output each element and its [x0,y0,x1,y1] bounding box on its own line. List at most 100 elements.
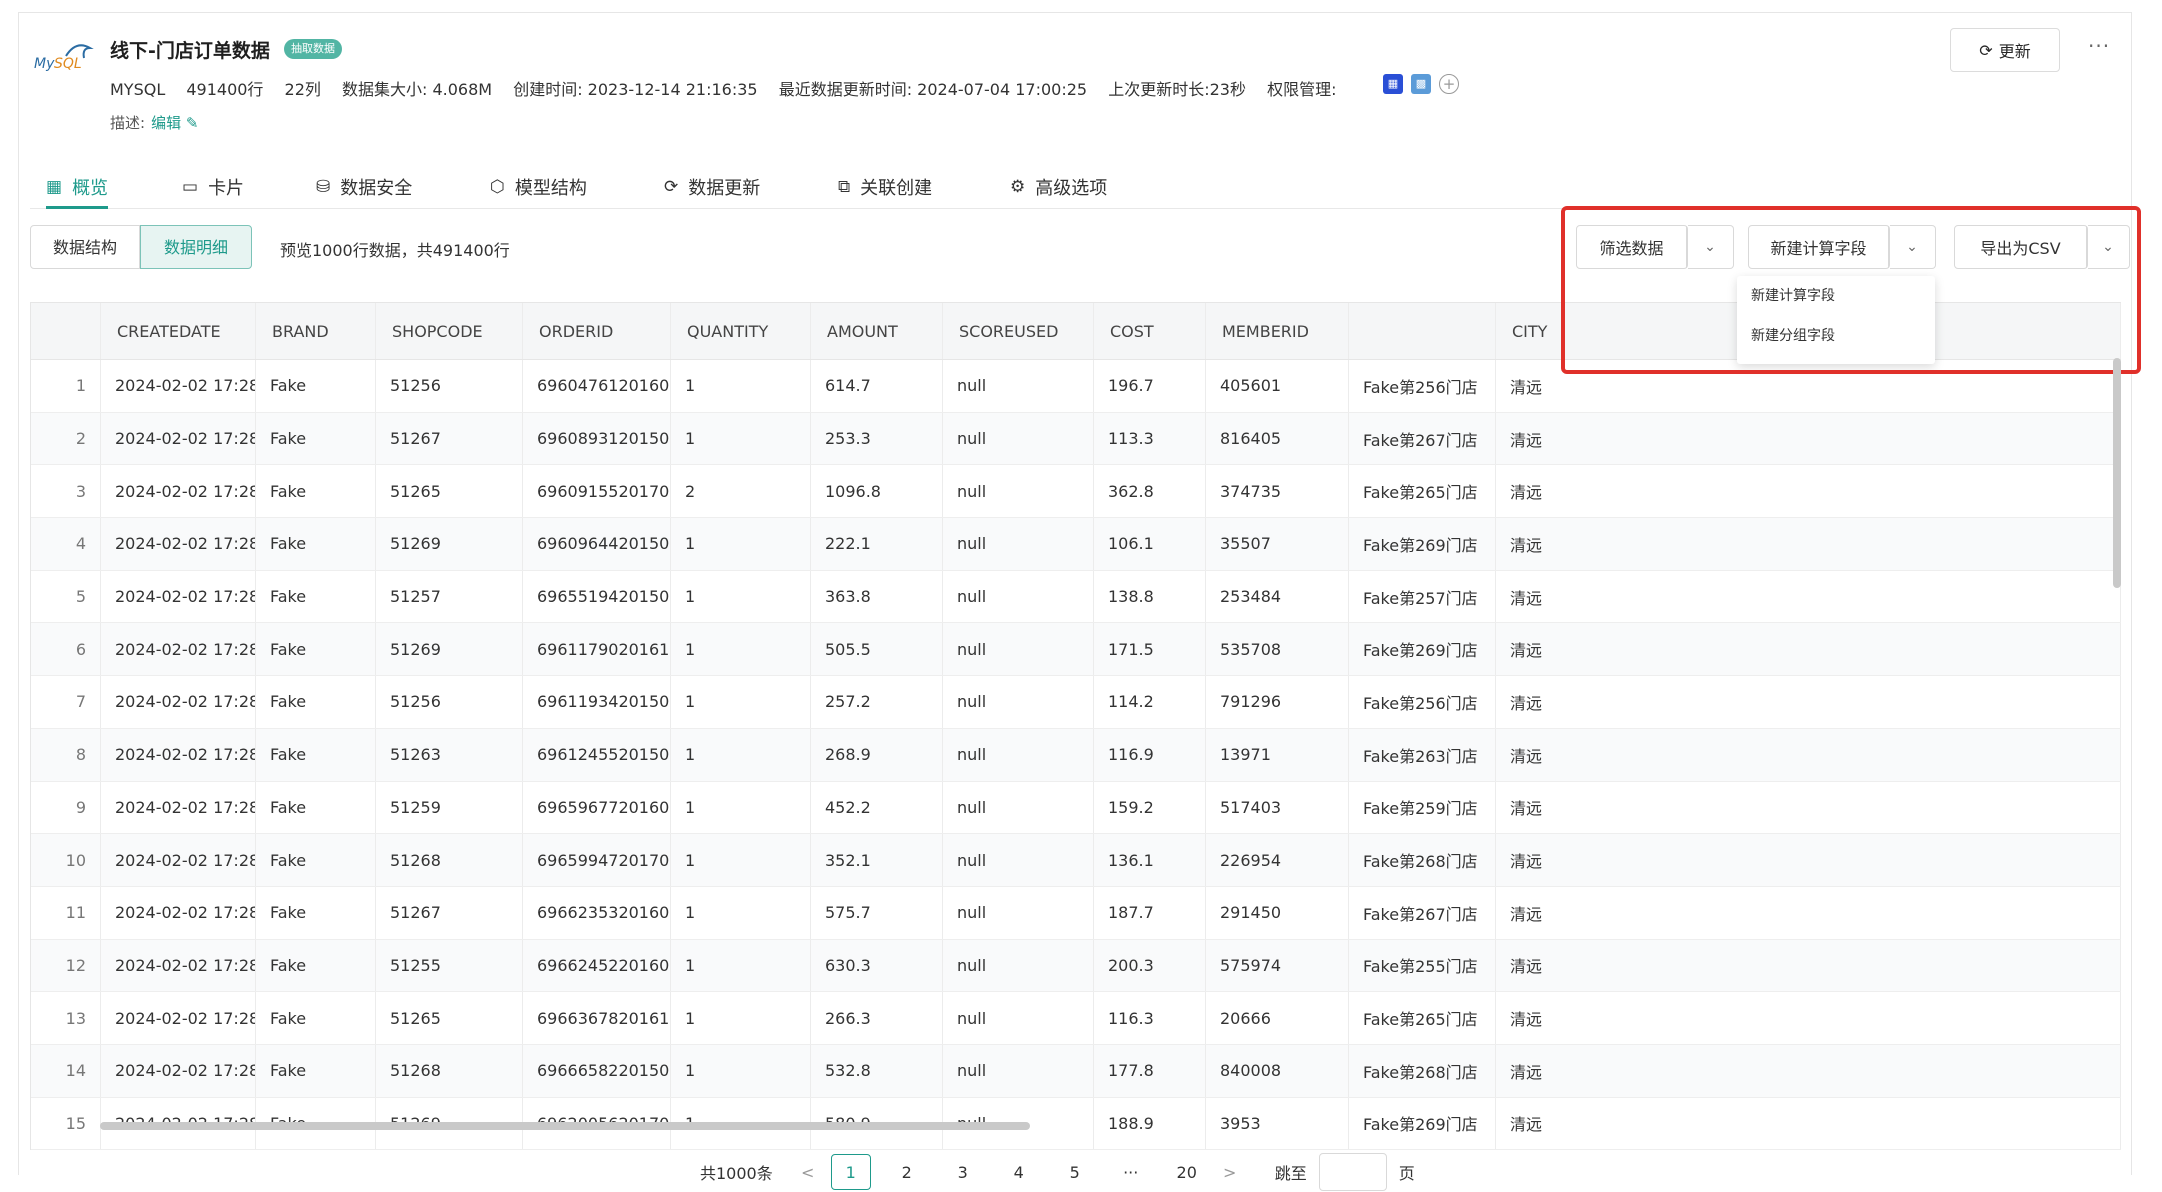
column-header-store-name[interactable] [1349,303,1496,359]
page-20[interactable]: 20 [1167,1163,1207,1182]
tab-overview[interactable]: ▦ 概览 [46,168,109,209]
column-header-quantity[interactable]: QUANTITY [671,303,811,359]
cell-memberid: 253484 [1206,570,1349,623]
cell-city: 清远 [1496,781,2121,834]
cell-store-name: Fake第257门店 [1349,570,1496,623]
cell-memberid: 791296 [1206,676,1349,728]
more-options-button[interactable]: ··· [2088,34,2110,58]
column-header-memberid[interactable]: MEMBERID [1206,303,1349,359]
table-row[interactable]: 42024-02-02 17:28:23Fake5126969609644201… [31,518,2121,571]
export-dropdown-button[interactable]: ⌄ [2088,225,2130,269]
cell-orderid: 6960893120150321 [523,412,671,465]
page-1[interactable]: 1 [830,1154,871,1190]
table-row[interactable]: 72024-02-02 17:28:23Fake5125669611934201… [31,676,2121,729]
table-row[interactable]: 102024-02-02 17:28:23Fake512686965994720… [31,834,2121,887]
cell-scoreused: null [943,728,1094,781]
cell-row-number: 11 [31,886,101,939]
cell-cost: 113.3 [1094,412,1206,465]
table-row[interactable]: 142024-02-02 17:28:23Fake512686966658220… [31,1044,2121,1098]
column-header-scoreused[interactable]: SCOREUSED [943,303,1094,359]
prev-page-icon[interactable]: < [793,1163,823,1182]
cell-amount: 352.1 [811,834,943,886]
cell-orderid: 6966245220160401 [523,939,671,992]
new-calc-field-button[interactable]: 新建计算字段 [1748,225,1890,269]
cell-brand: Fake [256,886,376,939]
filter-dropdown-button[interactable]: ⌄ [1688,225,1734,269]
refresh-button[interactable]: ⟳ 更新 [1950,28,2060,72]
tab-data-update[interactable]: ⟳ 数据更新 [664,168,760,206]
column-header-brand[interactable]: BRAND [256,303,376,359]
data-detail-button[interactable]: 数据明细 [140,225,252,269]
refresh-icon: ⟳ [664,177,679,197]
cell-createdate: 2024-02-02 17:28:23 [101,1044,256,1097]
tab-model-structure[interactable]: ⬡ 模型结构 [490,168,587,206]
data-structure-button[interactable]: 数据结构 [30,225,140,269]
cell-cost: 196.7 [1094,360,1206,412]
cell-memberid: 575974 [1206,939,1349,992]
table-row[interactable]: 132024-02-02 17:28:23Fake512656966367820… [31,992,2121,1045]
refresh-icon: ⟳ [1979,40,1993,60]
cell-row-number: 14 [31,1044,101,1097]
cell-createdate: 2024-02-02 17:28:23 [101,360,256,412]
next-page-icon[interactable]: > [1215,1163,1245,1182]
dataset-size: 数据集大小: 4.068M [342,80,493,99]
more-pages[interactable]: ··· [1111,1163,1151,1182]
calc-field-dropdown-menu: 新建计算字段 新建分组字段 [1737,276,1935,364]
svg-text:My: My [34,56,55,72]
table-row[interactable]: 22024-02-02 17:28:23Fake5126769608931201… [31,412,2121,466]
cell-amount: 630.3 [811,939,943,992]
filter-data-button[interactable]: 筛选数据 [1576,225,1688,269]
cell-scoreused: null [943,518,1094,570]
column-header-createdate[interactable]: CREATEDATE [101,303,256,359]
column-header-amount[interactable]: AMOUNT [811,303,943,359]
table-row[interactable]: 32024-02-02 17:28:23Fake5126569609155201… [31,465,2121,519]
cell-cost: 171.5 [1094,623,1206,676]
page-3[interactable]: 3 [943,1163,983,1182]
jump-page-input[interactable] [1318,1153,1387,1191]
cell-row-number: 8 [31,728,101,781]
cell-amount: 575.7 [811,886,943,939]
cell-row-number: 1 [31,360,101,412]
user-group-icon[interactable]: ▦ [1383,74,1403,94]
tab-advanced[interactable]: ⚙ 高级选项 [1010,168,1107,206]
table-row[interactable]: 62024-02-02 17:28:23Fake5126969611790201… [31,623,2121,677]
page-4[interactable]: 4 [999,1163,1039,1182]
team-icon[interactable]: ▩ [1411,74,1431,94]
export-csv-button[interactable]: 导出为CSV [1954,225,2088,269]
horizontal-scrollbar[interactable] [100,1122,1030,1130]
cell-quantity: 1 [671,781,811,834]
edit-description-link[interactable]: 编辑 ✎ [151,114,198,132]
page-5[interactable]: 5 [1055,1163,1095,1182]
tab-data-security[interactable]: ⛁ 数据安全 [316,168,412,206]
table-row[interactable]: 82024-02-02 17:28:23Fake5126369612455201… [31,728,2121,782]
cell-quantity: 1 [671,623,811,676]
tab-cards[interactable]: ▭ 卡片 [182,168,244,206]
table-row[interactable]: 112024-02-02 17:28:23Fake512676966235320… [31,886,2121,940]
cell-shopcode: 51259 [376,781,523,834]
cell-city: 清远 [1496,412,2121,465]
column-header-cost[interactable]: COST [1094,303,1206,359]
cell-amount: 222.1 [811,518,943,570]
cell-orderid: 6961179020161122 [523,623,671,676]
page-2[interactable]: 2 [887,1163,927,1182]
menu-item-new-calc-field[interactable]: 新建计算字段 [1737,276,1935,316]
table-icon: ▦ [46,177,63,197]
table-row[interactable]: 122024-02-02 17:28:23Fake512556966245220… [31,939,2121,993]
table-row[interactable]: 12024-02-02 17:28:23Fake5125669604761201… [31,360,2121,413]
cell-city: 清远 [1496,623,2121,676]
cell-brand: Fake [256,1044,376,1097]
cell-store-name: Fake第269门店 [1349,518,1496,570]
cell-row-number: 10 [31,834,101,886]
tab-link-create[interactable]: ⧉ 关联创建 [838,168,932,206]
menu-item-new-group-field[interactable]: 新建分组字段 [1737,316,1935,356]
table-row[interactable]: 92024-02-02 17:28:23Fake5125969659677201… [31,781,2121,835]
vertical-scrollbar[interactable] [2113,358,2121,588]
column-header-shopcode[interactable]: SHOPCODE [376,303,523,359]
add-permission-icon[interactable]: + [1439,74,1459,94]
column-header-orderid[interactable]: ORDERID [523,303,671,359]
cell-orderid: 6966658220150312 [523,1044,671,1097]
cell-brand: Fake [256,992,376,1044]
table-row[interactable]: 52024-02-02 17:28:23Fake5125769655194201… [31,570,2121,624]
cell-row-number: 12 [31,939,101,992]
calc-field-dropdown-button[interactable]: ⌄ [1890,225,1936,269]
